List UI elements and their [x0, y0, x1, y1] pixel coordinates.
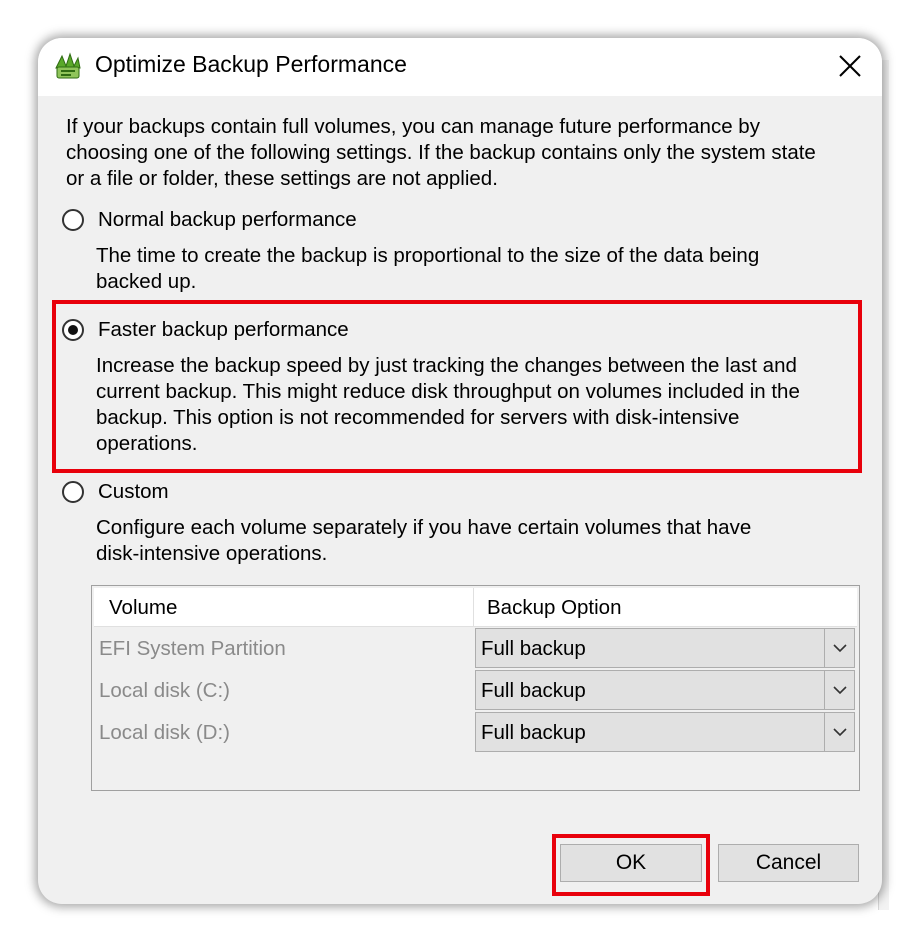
ok-button[interactable]: OK — [560, 844, 702, 882]
custom-desc-line-1: Configure each volume separately if you … — [96, 516, 752, 539]
title-bar: Optimize Backup Performance — [38, 38, 882, 96]
dropdown-value: Full backup — [481, 721, 586, 744]
dropdown-value: Full backup — [481, 637, 586, 660]
radio-faster-backup[interactable] — [62, 319, 84, 341]
dropdown-value: Full backup — [481, 679, 586, 702]
volume-name-c: Local disk (C:) — [99, 679, 231, 702]
faster-desc-line-2: current backup. This might reduce disk t… — [96, 380, 800, 403]
dropdown-separator — [824, 671, 825, 709]
volume-options-table: Volume Backup Option EFI System Partitio… — [91, 585, 860, 791]
table-header: Volume Backup Option — [94, 588, 857, 627]
optimize-backup-dialog: Optimize Backup Performance If your back… — [38, 38, 882, 904]
volume-name-d: Local disk (D:) — [99, 721, 231, 744]
dialog-title: Optimize Backup Performance — [95, 51, 407, 77]
backup-option-dropdown-c[interactable]: Full backup — [475, 670, 855, 710]
dropdown-separator — [824, 629, 825, 667]
volume-name-efi: EFI System Partition — [99, 637, 286, 660]
column-header-volume[interactable]: Volume — [109, 596, 177, 620]
backup-option-dropdown-d[interactable]: Full backup — [475, 712, 855, 752]
radio-normal-label[interactable]: Normal backup performance — [98, 207, 357, 233]
radio-custom-label[interactable]: Custom — [98, 479, 169, 505]
faster-desc-line-3: backup. This option is not recommended f… — [96, 406, 740, 429]
intro-text-line-3: or a file or folder, these settings are … — [66, 167, 498, 190]
close-icon[interactable] — [828, 44, 872, 88]
chevron-down-icon[interactable] — [832, 725, 848, 739]
dropdown-separator — [824, 713, 825, 751]
backup-option-dropdown-efi[interactable]: Full backup — [475, 628, 855, 668]
faster-desc-line-4: operations. — [96, 432, 198, 455]
intro-text-line-2: choosing one of the following settings. … — [66, 141, 816, 164]
cancel-button[interactable]: Cancel — [718, 844, 859, 882]
radio-normal-backup[interactable] — [62, 209, 84, 231]
chevron-down-icon[interactable] — [832, 683, 848, 697]
backup-app-icon — [55, 52, 81, 79]
column-header-backup-option[interactable]: Backup Option — [487, 596, 621, 620]
intro-text-line-1: If your backups contain full volumes, yo… — [66, 115, 760, 138]
radio-selected-dot — [68, 325, 78, 335]
chevron-down-icon[interactable] — [832, 641, 848, 655]
radio-custom[interactable] — [62, 481, 84, 503]
normal-desc-line-1: The time to create the backup is proport… — [96, 244, 760, 267]
custom-desc-line-2: disk-intensive operations. — [96, 542, 328, 565]
normal-desc-line-2: backed up. — [96, 270, 197, 293]
radio-faster-label[interactable]: Faster backup performance — [98, 317, 349, 343]
column-divider — [473, 588, 474, 626]
faster-desc-line-1: Increase the backup speed by just tracki… — [96, 354, 797, 377]
